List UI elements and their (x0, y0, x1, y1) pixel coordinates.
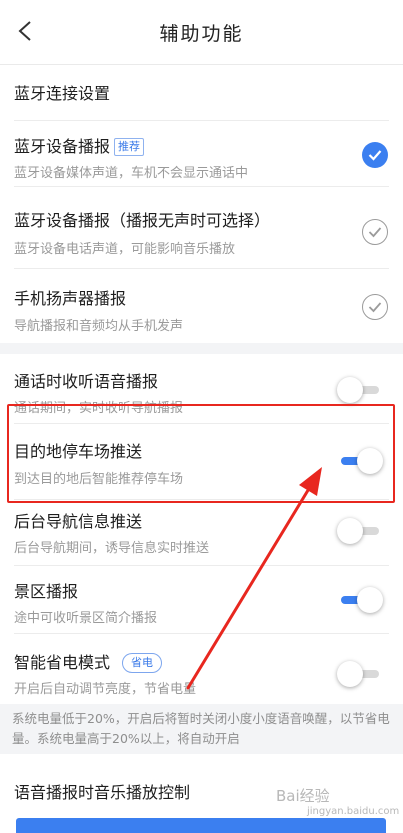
row-title: 智能省电模式 省电 (14, 649, 163, 673)
nav-header: 辅助功能 (0, 0, 403, 64)
page-title: 辅助功能 (159, 22, 244, 45)
row-bluetooth-settings[interactable]: 蓝牙连接设置 (0, 65, 403, 120)
watermark-url: jingyan.baidu.com (307, 806, 400, 817)
row-title: 语音播报时音乐播放控制 (14, 783, 191, 802)
row-subtitle: 到达目的地后智能推荐停车场 (14, 472, 184, 487)
power-save-note: 系统电量低于20%，开启后将暂时关闭小度小度语音唤醒，以节省电量。系统电量高于2… (0, 704, 403, 754)
toggle-knob (337, 661, 363, 687)
scenic-toggle[interactable] (337, 587, 383, 613)
row-title: 景区播报 (14, 582, 79, 601)
toggle-knob (357, 587, 383, 613)
row-title: 蓝牙连接设置 (14, 84, 111, 103)
row-background-push[interactable]: 后台导航信息推送 后台导航期间，诱导信息实时推送 (0, 500, 403, 566)
row-bluetooth-media[interactable]: 蓝牙设备播报 推荐 蓝牙设备媒体声道，车机不会显示通话中 (0, 121, 403, 187)
toggle-knob (337, 377, 363, 403)
parking-push-toggle[interactable] (337, 448, 383, 474)
power-save-toggle[interactable] (337, 661, 383, 687)
background-push-toggle[interactable] (337, 518, 383, 544)
call-voice-toggle[interactable] (337, 377, 383, 403)
checkmark-unselected-icon[interactable] (362, 219, 388, 245)
row-title: 蓝牙设备播报（播报无声时可选择） (14, 211, 271, 230)
row-subtitle: 导航播报和音频均从手机发声 (14, 319, 184, 334)
row-scenic[interactable]: 景区播报 途中可收听景区简介播报 (0, 566, 403, 634)
row-bluetooth-phone[interactable]: 蓝牙设备播报（播报无声时可选择） 蓝牙设备电话声道，可能影响音乐播放 (0, 187, 403, 269)
chevron-left-icon (18, 21, 31, 41)
bottom-action-bar[interactable] (16, 818, 386, 833)
row-subtitle: 蓝牙设备媒体声道，车机不会显示通话中 (14, 166, 249, 181)
toggle-knob (337, 518, 363, 544)
row-title: 后台导航信息推送 (14, 512, 143, 531)
checkmark-unselected-icon[interactable] (362, 294, 388, 320)
checkmark-selected-icon[interactable] (362, 142, 388, 168)
back-button[interactable] (8, 14, 42, 48)
row-phone-speaker[interactable]: 手机扬声器播报 导航播报和音频均从手机发声 (0, 269, 403, 343)
row-subtitle: 开启后自动调节亮度，节省电量 (14, 682, 197, 697)
row-subtitle: 蓝牙设备电话声道，可能影响音乐播放 (14, 242, 236, 257)
row-title: 目的地停车场推送 (14, 442, 143, 461)
row-title: 手机扬声器播报 (14, 289, 127, 308)
recommend-badge: 推荐 (114, 138, 145, 156)
watermark-logo: Bai经验 (276, 787, 330, 805)
row-title: 通话时收听语音播报 (14, 372, 159, 391)
toggle-knob (357, 448, 383, 474)
row-subtitle: 途中可收听景区简介播报 (14, 611, 158, 626)
row-subtitle: 通话期间，实时收听导航播报 (14, 401, 184, 416)
row-call-voice[interactable]: 通话时收听语音播报 通话期间，实时收听导航播报 (0, 354, 403, 424)
section-gap (0, 343, 403, 354)
row-subtitle: 后台导航期间，诱导信息实时推送 (14, 541, 210, 556)
power-save-badge: 省电 (122, 653, 163, 673)
row-power-save[interactable]: 智能省电模式 省电 开启后自动调节亮度，节省电量 (0, 634, 403, 704)
row-title: 蓝牙设备播报 推荐 (14, 133, 145, 157)
row-parking-push[interactable]: 目的地停车场推送 到达目的地后智能推荐停车场 (0, 424, 403, 500)
